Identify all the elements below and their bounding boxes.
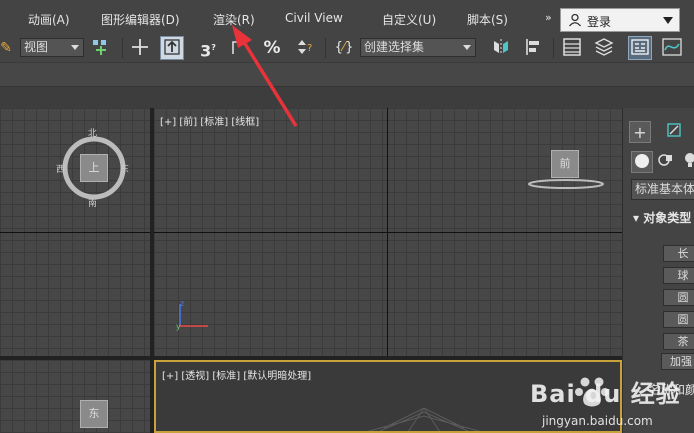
reference-coordinate-select[interactable]: 视图	[20, 38, 84, 57]
watermark-brand: Bai du 经验	[530, 380, 681, 408]
toggle-ribbon-button[interactable]	[628, 36, 652, 60]
viewport-front-label[interactable]: [+] [前] [标准] [线框]	[160, 113, 259, 128]
viewport-left[interactable]: 东	[0, 360, 150, 433]
compass-north-label: 北	[88, 129, 98, 139]
crosshair-icon	[132, 39, 148, 55]
object-button-box[interactable]: 长	[663, 245, 694, 262]
baidu-watermark: Bai du 经验 jingyan.baidu.com	[530, 370, 694, 433]
move-tool-icon[interactable]	[128, 36, 152, 60]
object-button-torus[interactable]: 圆	[663, 311, 694, 328]
viewcube-left-face[interactable]: 东	[80, 400, 108, 428]
compass-west-label: 西	[56, 165, 66, 175]
toolbar-separator	[325, 38, 326, 58]
reference-coordinate-value: 视图	[24, 40, 49, 54]
object-button-extended[interactable]: 加强	[661, 353, 694, 370]
viewport-perspective-label[interactable]: [+] [透视] [标准] [默认明暗处理]	[162, 367, 311, 382]
lights-bulb-icon[interactable]	[679, 151, 694, 173]
axis-tripod-icon: z y	[176, 299, 208, 331]
compass-south-label: 南	[88, 199, 98, 209]
compass-east-label: 东	[120, 165, 130, 175]
svg-text:?: ?	[307, 43, 312, 54]
align-icon[interactable]	[522, 36, 546, 60]
geometry-sphere-icon[interactable]	[631, 151, 653, 173]
grid-axis-horizontal	[0, 232, 150, 233]
chevron-down-icon	[71, 45, 79, 50]
modify-tab-icon[interactable]	[663, 121, 685, 143]
menu-civil-view[interactable]: Civil View	[285, 11, 343, 25]
login-dropdown[interactable]: 登录	[560, 8, 680, 32]
snap-toggle-button[interactable]	[160, 36, 184, 60]
menu-graph-editors[interactable]: 图形编辑器(D)	[101, 11, 180, 28]
svg-text:z: z	[180, 299, 184, 308]
object-button-teapot[interactable]: 茶	[663, 333, 694, 350]
curve-editor-icon[interactable]	[660, 36, 684, 60]
create-tab-plus-icon[interactable]: +	[629, 121, 651, 143]
pivot-icon	[93, 40, 106, 55]
angle-snap-icon[interactable]	[227, 36, 251, 60]
menu-overflow-chevron-icon[interactable]: »	[545, 11, 552, 24]
scene-explorer-icon[interactable]	[560, 36, 584, 60]
menu-customize[interactable]: 自定义(U)	[382, 11, 436, 28]
named-selection-set-select[interactable]: 创建选择集	[360, 38, 476, 57]
curve-icon	[662, 38, 682, 56]
modify-icon	[667, 123, 681, 137]
user-icon	[569, 13, 581, 27]
mirror-icon[interactable]	[489, 36, 513, 60]
viewcube-top-face[interactable]: 上	[80, 154, 108, 182]
viewport-area: 上 北 南 东 西 [+] [前] [标准] [线框] 前 z y 东 [+] …	[0, 108, 622, 433]
viewcube-ring-icon	[528, 179, 604, 189]
menu-scripting[interactable]: 脚本(S)	[467, 11, 508, 28]
menu-animation[interactable]: 动画(A)	[28, 11, 70, 28]
grid-axis-horizontal	[154, 232, 622, 233]
object-button-sphere[interactable]: 球	[663, 267, 694, 284]
shapes-tool-icon	[658, 154, 672, 166]
list-icon	[563, 38, 581, 56]
primitive-type-select[interactable]: 标准基本体	[631, 179, 694, 200]
login-label: 登录	[587, 15, 612, 29]
align-tool-icon	[526, 39, 539, 55]
shapes-icon[interactable]	[655, 151, 677, 173]
watermark-url: jingyan.baidu.com	[542, 414, 653, 428]
angle-icon	[232, 38, 246, 54]
ribbon-strip	[0, 62, 694, 86]
viewport-top[interactable]: 上 北 南 东 西	[0, 108, 150, 356]
object-button-cylinder[interactable]: 圆	[663, 289, 694, 306]
mirror-tool-icon	[494, 39, 508, 55]
sphere-icon	[635, 154, 649, 168]
chevron-down-icon	[663, 17, 673, 24]
ribbon-icon	[631, 39, 649, 55]
layer-explorer-icon[interactable]	[592, 36, 616, 60]
percent-snap-icon[interactable]: %	[260, 36, 284, 60]
toolbar-separator	[122, 38, 123, 58]
menu-rendering[interactable]: 渲染(R)	[213, 11, 255, 28]
grid-axis-vertical	[387, 108, 388, 356]
snap-3d-icon[interactable]: 3?	[196, 36, 220, 60]
layers-icon	[594, 38, 614, 56]
svg-text:y: y	[176, 322, 181, 331]
viewport-front[interactable]: [+] [前] [标准] [线框] 前 z y	[154, 108, 622, 356]
edit-named-selection-icon[interactable]: {⁄}	[332, 36, 356, 60]
ribbon-strip-lower	[0, 86, 694, 108]
menu-bar: 动画(A) 图形编辑器(D) 渲染(R) Civil View 自定义(U) 脚…	[0, 0, 694, 34]
toolbar-separator	[553, 38, 554, 58]
object-type-rollout[interactable]: ▾ 对象类型	[633, 209, 691, 226]
bulb-icon	[685, 153, 694, 167]
pivot-center-icon[interactable]	[89, 36, 113, 60]
chevron-down-icon	[463, 45, 471, 50]
viewcube-front[interactable]: 前	[526, 146, 606, 194]
rollout-toggle-icon: ▾	[633, 211, 644, 225]
select-link-icon[interactable]: ✎	[0, 36, 18, 60]
object-type-rollout-title: 对象类型	[643, 211, 692, 225]
spinner-icon: ?	[298, 40, 312, 54]
snap-up-icon	[164, 39, 180, 55]
perspective-grid-icon	[367, 407, 481, 431]
main-toolbar: ✎ 视图 3? % ? {⁄} 创建选择集	[0, 34, 694, 62]
spinner-snap-icon[interactable]: ?	[293, 36, 317, 60]
viewcube-compass[interactable]: 上	[60, 134, 128, 202]
named-selection-value: 创建选择集	[364, 40, 425, 54]
